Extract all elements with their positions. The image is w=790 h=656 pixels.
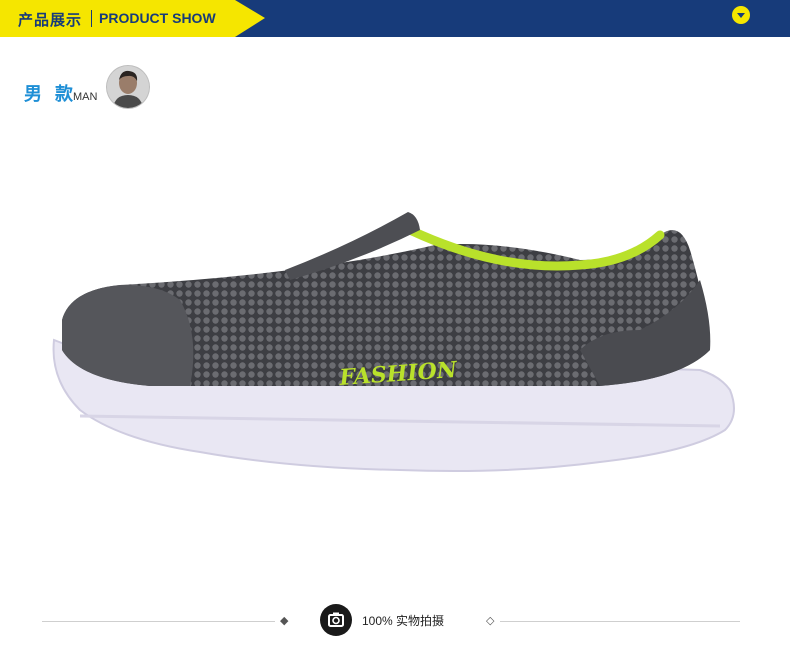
chevron-down-icon[interactable]	[732, 6, 750, 24]
header-banner: 产品展示 PRODUCT SHOW	[0, 0, 790, 37]
camera-glyph	[328, 612, 344, 627]
footer-rule-right	[500, 621, 740, 622]
header-title-cn: 产品展示	[18, 12, 83, 29]
header-title-en: PRODUCT SHOW	[99, 10, 216, 26]
avatar-portrait	[107, 66, 149, 108]
product-shoe-image: FASHION	[52, 212, 735, 472]
footer-diamond-right: ◇	[486, 615, 495, 627]
section-label-cn: 男 款	[24, 84, 78, 104]
footer-caption: 100% 实物拍摄	[362, 614, 445, 628]
footer-diamond-left: ◆	[280, 615, 289, 627]
camera-icon	[320, 604, 352, 636]
footer-rule-left	[42, 621, 275, 622]
section-label-en: MAN	[73, 91, 98, 103]
header-divider	[91, 10, 92, 27]
chevron-down-glyph	[737, 13, 745, 18]
model-avatar	[107, 66, 149, 108]
